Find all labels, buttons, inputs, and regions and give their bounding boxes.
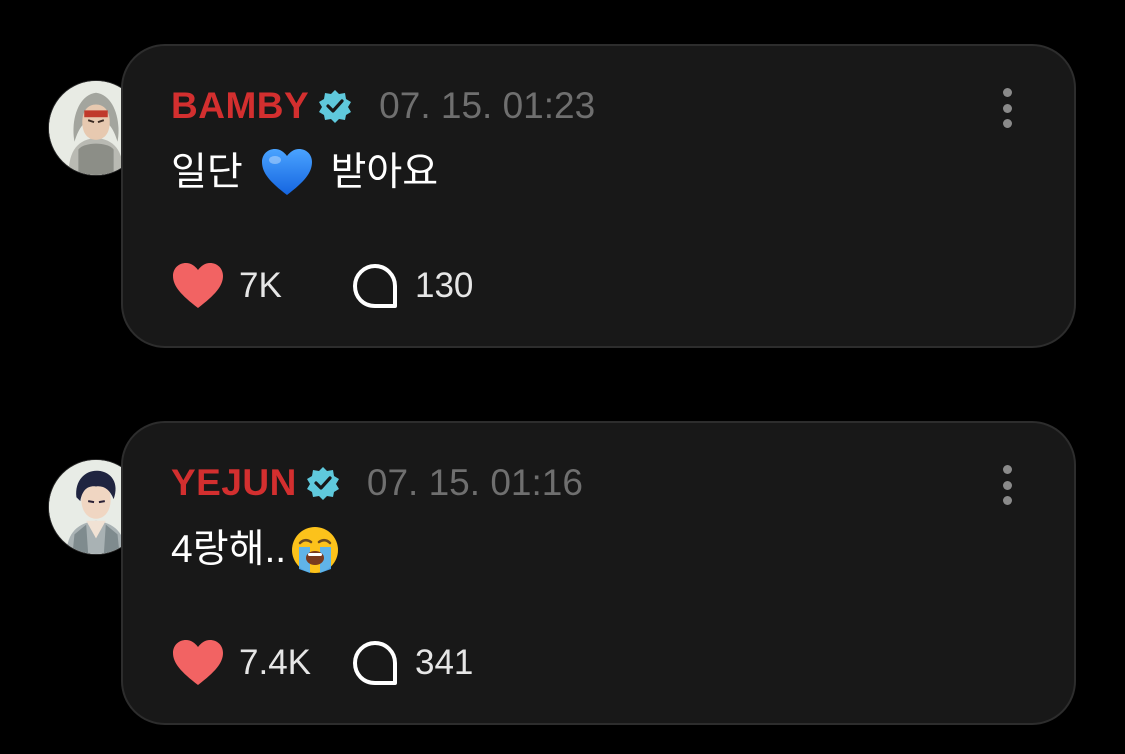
comment-post: BAMBY 07. 15. 01:23 일단 받아요 7K 130 (48, 44, 1078, 350)
reply-count: 341 (415, 643, 474, 682)
username[interactable]: BAMBY (171, 85, 309, 127)
comment-post: YEJUN 07. 15. 01:16 4랑해.. 7.4K 341 (48, 421, 1078, 727)
comment-card: YEJUN 07. 15. 01:16 4랑해.. 7.4K 341 (121, 421, 1076, 725)
comment-text: 4랑해.. (171, 521, 340, 579)
comment-actions: 7.4K 341 (171, 637, 473, 689)
speech-bubble-icon (351, 639, 401, 687)
reply-button[interactable]: 341 (351, 639, 473, 687)
more-vertical-icon[interactable] (1000, 465, 1014, 505)
blue-heart-emoji-icon (260, 148, 314, 198)
verified-badge-icon (317, 88, 353, 124)
username[interactable]: YEJUN (171, 462, 297, 504)
comment-actions: 7K 130 (171, 260, 473, 312)
comment-header: BAMBY 07. 15. 01:23 (171, 84, 595, 128)
comment-text: 일단 받아요 (171, 144, 438, 202)
like-button[interactable]: 7K (171, 262, 351, 310)
heart-icon (171, 639, 225, 687)
like-count: 7K (239, 266, 282, 305)
reply-button[interactable]: 130 (351, 262, 473, 310)
comment-header: YEJUN 07. 15. 01:16 (171, 461, 583, 505)
verified-badge-icon (305, 465, 341, 501)
loudly-crying-face-emoji-icon (290, 525, 340, 575)
comment-feed: BAMBY 07. 15. 01:23 일단 받아요 7K 130 YEJUN … (0, 0, 1125, 754)
reply-count: 130 (415, 266, 474, 305)
timestamp: 07. 15. 01:23 (379, 85, 596, 126)
timestamp: 07. 15. 01:16 (366, 462, 583, 503)
like-button[interactable]: 7.4K (171, 639, 351, 687)
comment-text-part: 일단 (171, 151, 254, 194)
heart-icon (171, 262, 225, 310)
more-vertical-icon[interactable] (1000, 88, 1014, 128)
comment-text-part: 받아요 (319, 151, 439, 194)
comment-text-part: 4랑해.. (171, 528, 287, 571)
like-count: 7.4K (239, 643, 311, 682)
comment-card: BAMBY 07. 15. 01:23 일단 받아요 7K 130 (121, 44, 1076, 348)
speech-bubble-icon (351, 262, 401, 310)
